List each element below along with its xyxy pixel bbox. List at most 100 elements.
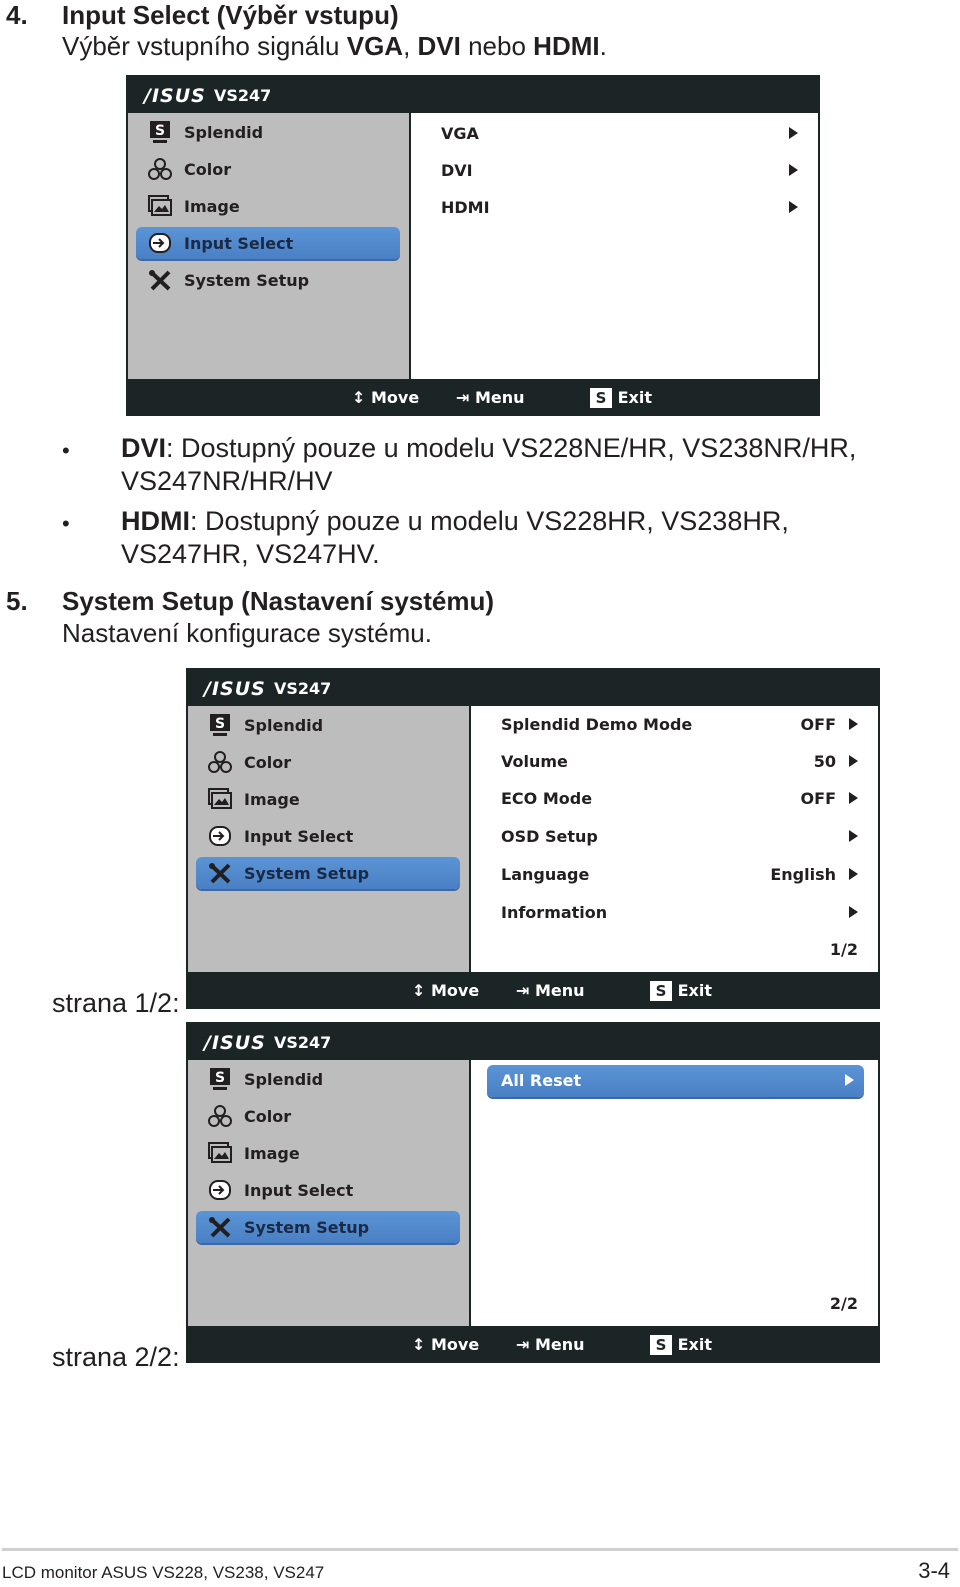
menu-item-input-select[interactable]: Input Select [196,820,460,852]
option-label: Language [501,865,590,884]
osd-footer: ↕ Move ⇥ Menu S Exit [186,972,880,1009]
osd-input-select: /ISUS VS247 Splendid Color Image Input S… [126,75,820,416]
section-4-number: 4. [6,0,28,30]
model-name: VS247 [214,86,272,105]
asus-logo: /ISUS [144,85,206,107]
image-icon [148,195,172,217]
wrench-screwdriver-icon [148,269,172,291]
menu-item-color[interactable]: Color [196,746,460,778]
option-splendid-demo-mode[interactable]: Splendid Demo Mode OFF [501,709,858,739]
menu-label: Splendid [244,716,324,735]
section-5-title: System Setup (Nastavení systému) [62,586,495,616]
option-all-reset[interactable]: All Reset [487,1065,864,1097]
rgb-color-icon [208,751,232,773]
menu-label: Input Select [244,827,354,846]
option-volume[interactable]: Volume 50 [501,746,858,776]
osd-submenu: VGA DVI HDMI [411,113,818,379]
input-select-icon [208,1179,232,1201]
desc-hdmi: HDMI [533,31,600,61]
option-value: English [770,865,836,884]
footer-divider [2,1548,958,1551]
asus-logo: /ISUS [204,1032,266,1054]
s-key-icon: S [590,388,612,408]
option-label: OSD Setup [501,827,598,846]
bullet-hdmi: HDMI: Dostupný pouze u modelu VS228HR, V… [121,505,789,571]
menu-label: Input Select [184,234,294,253]
option-eco-mode[interactable]: ECO Mode OFF [501,783,858,813]
option-label: VGA [441,124,479,143]
menu-enter-icon: ⇥ [516,1335,530,1354]
move-hint: ↕ Move [352,388,419,407]
menu-item-system-setup[interactable]: System Setup [136,264,400,296]
option-value: OFF [800,789,836,808]
page-number: 3-4 [918,1558,950,1583]
option-label: Splendid Demo Mode [501,715,693,734]
menu-item-splendid[interactable]: Splendid [196,709,460,741]
menu-item-image[interactable]: Image [196,1137,460,1169]
up-down-arrows-icon: ↕ [412,1335,426,1354]
page-2-label: strana 2/2: [52,1342,180,1372]
option-language[interactable]: Language English [501,859,858,889]
arrow-right-icon [789,201,798,213]
exit-hint: S Exit [650,981,712,1001]
move-label: Move [430,981,480,1000]
bullet-bold: DVI [121,433,167,463]
desc-text: . [599,31,607,61]
wrench-screwdriver-icon [208,862,232,884]
option-label: Volume [501,752,568,771]
osd-main-menu: Splendid Color Image Input Select System… [128,113,409,379]
menu-item-system-setup[interactable]: System Setup [196,857,460,889]
model-name: VS247 [274,679,332,698]
menu-hint: ⇥ Menu [516,981,585,1000]
menu-item-splendid[interactable]: Splendid [136,116,400,148]
menu-item-image[interactable]: Image [136,190,400,222]
arrow-right-icon [789,127,798,139]
wrench-screwdriver-icon [208,1216,232,1238]
menu-label: Menu [534,981,585,1000]
bullet-text: VS247HR, VS247HV. [121,539,380,569]
menu-enter-icon: ⇥ [456,388,470,407]
option-hdmi[interactable]: HDMI [441,192,798,222]
menu-item-input-select[interactable]: Input Select [136,227,400,259]
option-osd-setup[interactable]: OSD Setup [501,821,858,851]
menu-hint: ⇥ Menu [456,388,525,407]
osd-submenu: Splendid Demo Mode OFF Volume 50 ECO Mode O… [471,706,878,972]
page-indicator: 1/2 [829,940,858,959]
move-hint: ↕ Move [412,1335,479,1354]
image-icon [208,788,232,810]
rgb-color-icon [148,158,172,180]
arrow-right-icon [849,830,858,842]
exit-label: Exit [677,981,712,1000]
menu-item-splendid[interactable]: Splendid [196,1063,460,1095]
exit-label: Exit [617,388,652,407]
bullet-text: : Dostupný pouze u modelu VS228NE/HR, VS… [166,433,857,463]
osd-main-menu: Splendid Color Image Input Select System… [188,1060,469,1326]
menu-label: Menu [534,1335,585,1354]
bullet-icon: • [62,438,70,463]
arrow-right-icon [789,164,798,176]
menu-label: Color [244,753,292,772]
menu-item-color[interactable]: Color [196,1100,460,1132]
bullet-dvi: DVI: Dostupný pouze u modelu VS228NE/HR,… [121,432,856,498]
menu-label: System Setup [244,864,370,883]
option-dvi[interactable]: DVI [441,155,798,185]
menu-item-color[interactable]: Color [136,153,400,185]
menu-label: Color [244,1107,292,1126]
move-hint: ↕ Move [412,981,479,1000]
option-information[interactable]: Information [501,897,858,927]
option-value: OFF [800,715,836,734]
arrow-right-icon [849,718,858,730]
input-select-icon [208,825,232,847]
arrow-right-icon [849,906,858,918]
menu-label: Image [184,197,240,216]
option-vga[interactable]: VGA [441,118,798,148]
desc-text: Výběr vstupního signálu [62,31,347,61]
menu-item-input-select[interactable]: Input Select [196,1174,460,1206]
menu-item-image[interactable]: Image [196,783,460,815]
osd-header: /ISUS VS247 [126,75,820,113]
desc-text: , [403,31,418,61]
move-label: Move [370,388,420,407]
up-down-arrows-icon: ↕ [412,981,426,1000]
menu-item-system-setup[interactable]: System Setup [196,1211,460,1243]
rgb-color-icon [208,1105,232,1127]
